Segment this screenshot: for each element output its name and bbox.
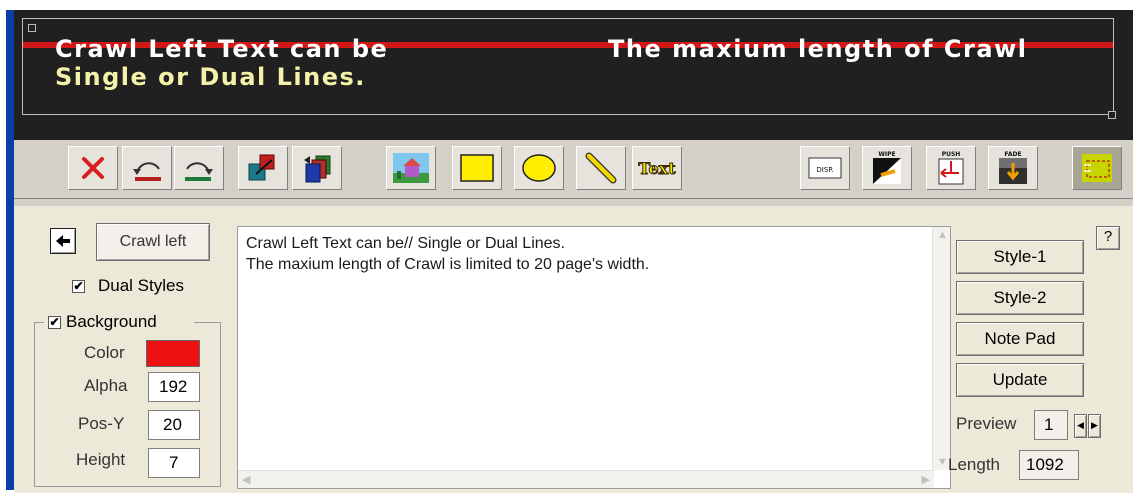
crawl-line2: Single or Dual Lines. <box>55 63 366 91</box>
wipe-transition-button[interactable]: WIPE <box>862 146 912 190</box>
svg-text:FADE: FADE <box>1004 151 1021 158</box>
style-1-button[interactable]: Style-1 <box>956 240 1084 274</box>
length-value: 1092 <box>1019 450 1079 480</box>
scroll-left-icon[interactable]: ◀ <box>242 473 250 486</box>
crawl-text-editor[interactable]: Crawl Left Text can be// Single or Dual … <box>237 226 951 489</box>
draw-line-button[interactable] <box>576 146 626 190</box>
crawl-editor-window: Crawl Left Text can be The maxium length… <box>0 0 1137 493</box>
svg-text:Text: Text <box>638 159 676 178</box>
fade-icon: FADE <box>999 151 1027 184</box>
dual-styles-checkbox[interactable]: ✔ <box>72 280 85 293</box>
window-border <box>6 10 14 490</box>
push-icon: PUSH <box>938 151 964 185</box>
send-backward-icon <box>304 155 331 183</box>
update-button[interactable]: Update <box>956 363 1084 397</box>
arrow-right-small-icon: ▶ <box>1091 420 1098 430</box>
background-checkbox[interactable]: ✔ <box>48 316 61 329</box>
undo-button[interactable] <box>122 146 172 190</box>
line-icon <box>585 152 617 184</box>
crawl-properties-panel: Crawl left ✔ Dual Styles ✔ Background Co… <box>14 206 1133 493</box>
insert-image-button[interactable] <box>386 146 436 190</box>
svg-text:DISP.: DISP. <box>816 166 833 174</box>
scroll-down-icon[interactable]: ▼ <box>937 456 948 468</box>
horizontal-scrollbar[interactable]: ◀ ▶ <box>238 470 934 488</box>
wipe-icon: WIPE <box>873 151 901 184</box>
preview-label: Preview <box>956 414 1017 433</box>
scroll-up-icon[interactable]: ▲ <box>937 229 948 241</box>
crawl-left-button[interactable]: Crawl left <box>96 223 210 261</box>
delete-button[interactable] <box>68 146 118 190</box>
height-input[interactable]: 7 <box>148 448 200 478</box>
posy-label: Pos-Y <box>78 414 125 433</box>
crawl-region-button[interactable] <box>1072 146 1122 190</box>
draw-rectangle-button[interactable] <box>452 146 502 190</box>
height-label: Height <box>76 450 126 469</box>
svg-text:PUSH: PUSH <box>942 151 961 158</box>
crawl-text-content: Crawl Left Text can be// Single or Dual … <box>246 235 650 273</box>
redo-button[interactable] <box>174 146 224 190</box>
background-label: Background <box>66 312 157 331</box>
push-transition-button[interactable]: PUSH <box>926 146 976 190</box>
preview-next-button[interactable]: ▶ <box>1088 414 1101 438</box>
send-backward-button[interactable] <box>292 146 342 190</box>
bring-forward-button[interactable] <box>238 146 288 190</box>
color-label: Color <box>84 343 125 362</box>
display-button[interactable]: DISP. <box>800 146 850 190</box>
insert-text-button[interactable]: Text <box>632 146 682 190</box>
text-icon: Text <box>638 159 677 179</box>
crawl-region-icon <box>1082 154 1112 182</box>
toolbar: Text DISP. WIPE PUSH FADE <box>14 140 1133 198</box>
rectangle-icon <box>460 154 494 182</box>
alpha-label: Alpha <box>84 376 128 395</box>
vertical-scrollbar[interactable]: ▲ ▼ <box>932 227 950 470</box>
redo-icon <box>185 162 213 181</box>
dual-styles-label: Dual Styles <box>98 276 184 295</box>
panel-splitter[interactable] <box>14 198 1133 206</box>
alpha-input[interactable]: 192 <box>148 372 200 402</box>
display-icon: DISP. <box>808 157 842 179</box>
scroll-right-icon[interactable]: ▶ <box>922 473 930 486</box>
arrow-left-icon <box>56 235 70 247</box>
ellipse-icon <box>522 154 556 182</box>
back-button[interactable] <box>50 228 76 254</box>
fade-transition-button[interactable]: FADE <box>988 146 1038 190</box>
style-2-button[interactable]: Style-2 <box>956 281 1084 315</box>
svg-text:WIPE: WIPE <box>878 151 895 158</box>
posy-input[interactable]: 20 <box>148 410 200 440</box>
note-pad-button[interactable]: Note Pad <box>956 322 1084 356</box>
help-button[interactable]: ? <box>1096 226 1120 250</box>
resize-handle-bottom-right[interactable] <box>1108 111 1116 119</box>
delete-icon <box>82 157 104 179</box>
preview-prev-button[interactable]: ◀ <box>1074 414 1087 438</box>
crawl-line1-right: The maxium length of Crawl <box>608 35 1028 63</box>
draw-ellipse-button[interactable] <box>514 146 564 190</box>
crawl-line1-left: Crawl Left Text can be <box>55 35 389 63</box>
bring-forward-icon <box>248 154 275 181</box>
preview-page-input[interactable]: 1 <box>1034 410 1068 440</box>
color-swatch[interactable] <box>146 340 200 367</box>
length-label: Length <box>948 455 1000 474</box>
image-icon <box>393 153 429 183</box>
arrow-left-small-icon: ◀ <box>1077 420 1084 430</box>
undo-icon <box>133 162 161 181</box>
